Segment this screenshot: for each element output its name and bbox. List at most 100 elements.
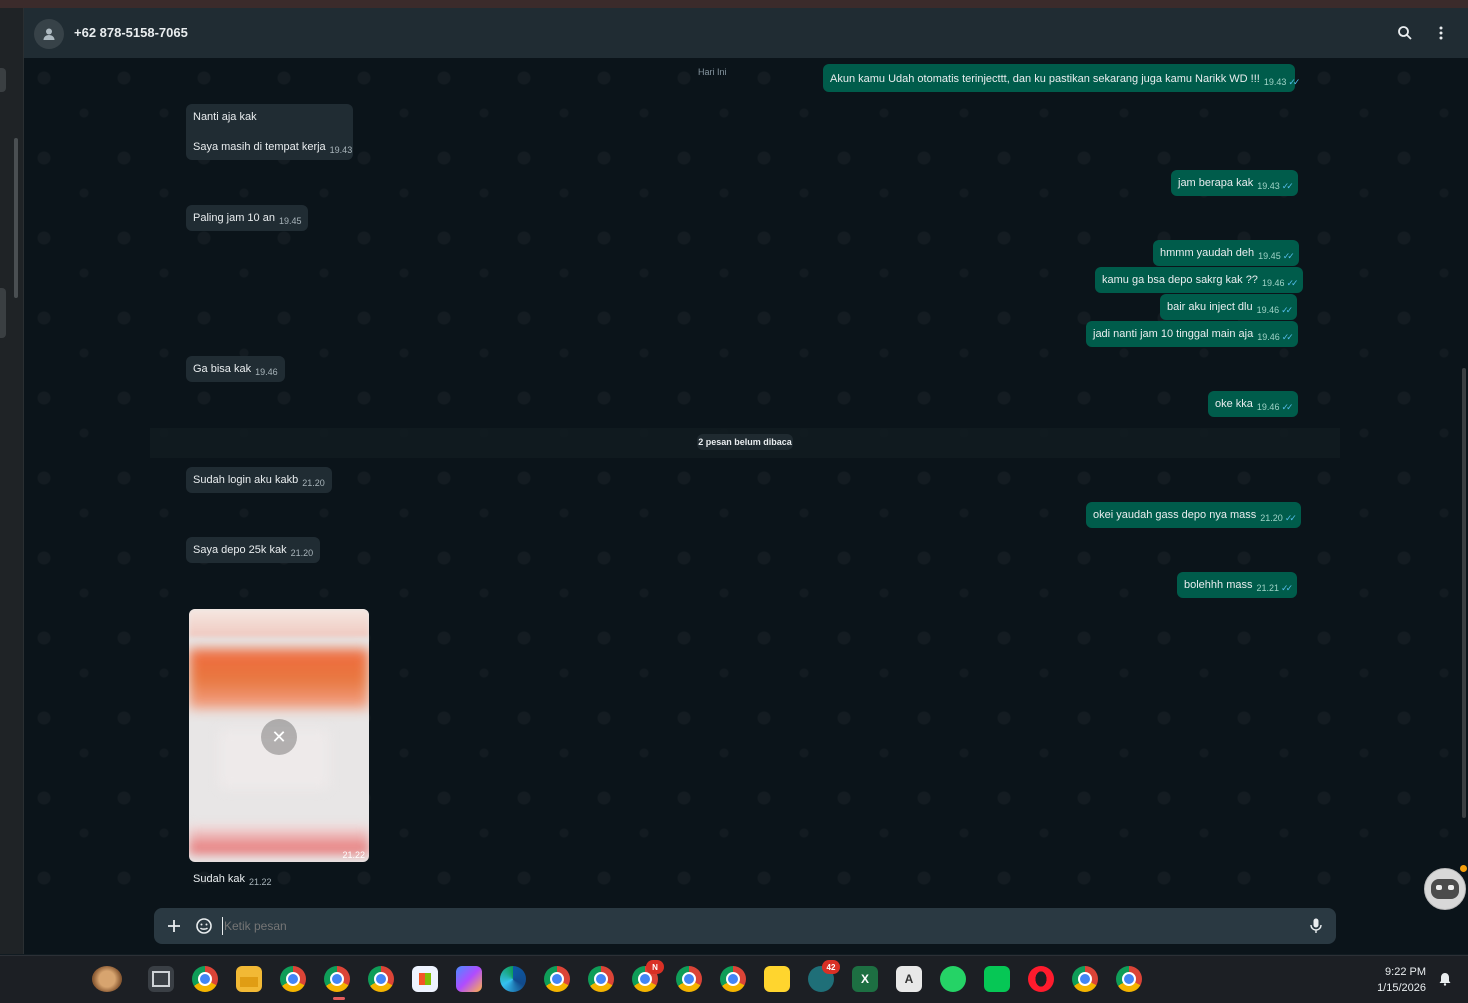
message-time: 21.22 <box>342 850 365 860</box>
chat-list-panel-edge <box>0 8 24 954</box>
panel-handle[interactable] <box>0 68 6 92</box>
notification-dot <box>1460 865 1467 872</box>
message-time: 19.43 <box>1263 77 1287 87</box>
chat-scrollbar-thumb[interactable] <box>1462 368 1466 818</box>
badge-n: N <box>646 960 664 974</box>
message-out[interactable]: bolehhh mass 21.21 ✓✓ <box>1177 572 1298 598</box>
clock-time: 9:22 PM <box>1385 966 1426 978</box>
notification-bell-icon[interactable] <box>1438 972 1452 986</box>
message-in[interactable]: Sudah login aku kakb 21.20 <box>186 467 332 493</box>
message-text: Sudah kak <box>193 873 245 885</box>
app-pancake-icon[interactable] <box>92 966 122 992</box>
message-in[interactable]: Paling jam 10 an 19.45 <box>186 205 309 231</box>
attach-plus-icon[interactable] <box>164 916 184 936</box>
chat-header: +62 878-5158-7065 <box>24 8 1468 58</box>
bot-eye <box>1436 885 1442 890</box>
chrome-profile-icon[interactable] <box>368 966 394 992</box>
panel-handle-lower[interactable] <box>0 288 6 338</box>
message-out[interactable]: bair aku inject dlu 19.46 ✓✓ <box>1160 294 1298 320</box>
sticky-notes-icon[interactable] <box>764 966 790 992</box>
badge-count: 42 <box>822 960 840 974</box>
bot-face <box>1431 879 1459 899</box>
message-time: 19.45 <box>1258 251 1281 261</box>
message-text: Paling jam 10 an <box>193 212 275 224</box>
line-icon[interactable] <box>984 966 1010 992</box>
chrome-profile-icon[interactable] <box>720 966 746 992</box>
double-check-icon: ✓✓ <box>1282 251 1295 261</box>
task-view-icon[interactable] <box>148 966 174 992</box>
file-explorer-icon[interactable] <box>236 966 262 992</box>
message-time: 19.43 <box>1257 181 1280 191</box>
person-icon[interactable] <box>34 19 64 49</box>
message-text: bolehhh mass <box>1184 579 1253 591</box>
message-time: 19.46 <box>1256 402 1280 412</box>
image-blur-top <box>189 609 369 637</box>
assistant-bot-icon[interactable] <box>1424 865 1467 910</box>
message-out[interactable]: Akun kamu Udah otomatis terinjecttt, dan… <box>823 64 1300 92</box>
chrome-profile-icon[interactable] <box>1116 966 1142 992</box>
search-icon[interactable] <box>1394 22 1416 44</box>
message-text: Nanti aja kak <box>193 111 257 123</box>
message-out[interactable]: jam berapa kak 19.43 ✓✓ <box>1171 170 1298 196</box>
message-in[interactable]: Ga bisa kak 19.46 <box>186 356 285 382</box>
opera-icon[interactable] <box>1028 966 1054 992</box>
message-text: Saya masih di tempat kerja <box>193 141 326 153</box>
system-clock[interactable]: 9:22 PM 1/15/2026 <box>1377 964 1426 996</box>
sticker-icon[interactable] <box>194 916 214 936</box>
chrome-profile-icon[interactable] <box>588 966 614 992</box>
message-time: 21.20 <box>1260 513 1283 523</box>
excel-icon[interactable]: X <box>852 966 878 992</box>
double-check-icon: ✓✓ <box>1286 278 1298 288</box>
more-vert-icon[interactable] <box>1430 22 1452 44</box>
chrome-profile-icon[interactable] <box>544 966 570 992</box>
active-indicator <box>333 997 345 1000</box>
chrome-icon[interactable] <box>192 966 218 992</box>
chrome-profile-icon[interactable] <box>1072 966 1098 992</box>
font-app-icon[interactable]: A <box>896 966 922 992</box>
message-time: 21.20 <box>302 478 325 488</box>
message-out[interactable]: kamu ga bsa depo sakrg kak ?? 19.46 ✓✓ <box>1095 267 1303 293</box>
message-text: jam berapa kak <box>1178 177 1254 189</box>
message-time: 19.46 <box>255 367 278 377</box>
app-counter-icon[interactable]: 42 <box>808 960 840 992</box>
whatsapp-icon[interactable] <box>940 966 966 992</box>
message-out[interactable]: okei yaudah gass depo nya mass 21.20 ✓✓ <box>1086 502 1301 528</box>
message-text: jadi nanti jam 10 tinggal main aja <box>1093 328 1254 340</box>
chat-scrollbar-track <box>1460 58 1468 954</box>
chrome-profile-icon[interactable]: N <box>632 960 664 992</box>
edge-icon[interactable] <box>500 966 526 992</box>
microphone-icon[interactable] <box>1306 916 1326 936</box>
image-message[interactable]: ✕ 21.22 <box>189 609 369 862</box>
window-top-strip <box>0 0 1468 8</box>
message-out[interactable]: oke kka 19.46 ✓✓ <box>1208 391 1298 417</box>
chat-list-scrollbar[interactable] <box>14 138 18 298</box>
message-input[interactable] <box>222 917 1284 935</box>
message-text: okei yaudah gass depo nya mass <box>1093 509 1257 521</box>
double-check-icon: ✓✓ <box>1281 305 1293 315</box>
chrome-profile-icon[interactable] <box>280 966 306 992</box>
cancel-download-icon[interactable]: ✕ <box>261 719 297 755</box>
message-time: 19.45 <box>278 216 302 226</box>
double-check-icon: ✓✓ <box>1281 583 1293 593</box>
double-check-icon: ✓✓ <box>1281 332 1294 342</box>
message-time: 19.46 <box>1257 332 1280 342</box>
copilot-icon[interactable] <box>456 966 482 992</box>
message-out[interactable]: hmmm yaudah deh 19.45 ✓✓ <box>1153 240 1299 266</box>
message-in[interactable]: Sudah kak 21.22 <box>186 866 279 892</box>
date-chip: Hari Ini <box>698 67 727 77</box>
microsoft-store-icon[interactable] <box>412 966 438 992</box>
message-text: kamu ga bsa depo sakrg kak ?? <box>1102 274 1258 286</box>
unread-divider: 2 pesan belum dibaca <box>150 428 1340 458</box>
bot-eye <box>1448 885 1454 890</box>
taskbar: N 42 X A 9:22 PM 1/15/2026 <box>0 955 1468 1003</box>
message-time: 21.21 <box>1256 583 1280 593</box>
message-out[interactable]: jadi nanti jam 10 tinggal main aja 19.46 ✓… <box>1086 321 1298 347</box>
message-in[interactable]: Saya depo 25k kak 21.20 <box>186 537 321 563</box>
double-check-icon: ✓✓ <box>1288 77 1300 87</box>
clock-date: 1/15/2026 <box>1377 982 1426 994</box>
message-in[interactable]: Nanti aja kak Saya masih di tempat kerja… <box>186 104 353 160</box>
chrome-profile-active-icon[interactable] <box>324 966 350 992</box>
contact-name[interactable]: +62 878-5158-7065 <box>74 25 188 40</box>
chrome-profile-icon[interactable] <box>676 966 702 992</box>
message-time: 21.20 <box>290 548 314 558</box>
